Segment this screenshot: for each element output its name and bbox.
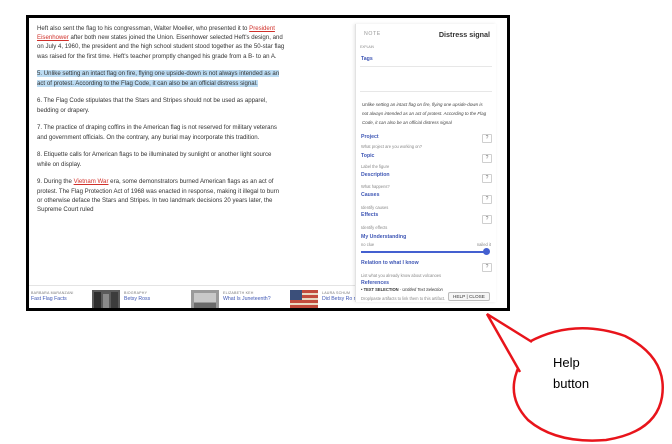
- callout-text: Help button: [553, 352, 589, 394]
- callout-line-2: button: [553, 376, 590, 391]
- callout-line-1: Help: [553, 355, 580, 370]
